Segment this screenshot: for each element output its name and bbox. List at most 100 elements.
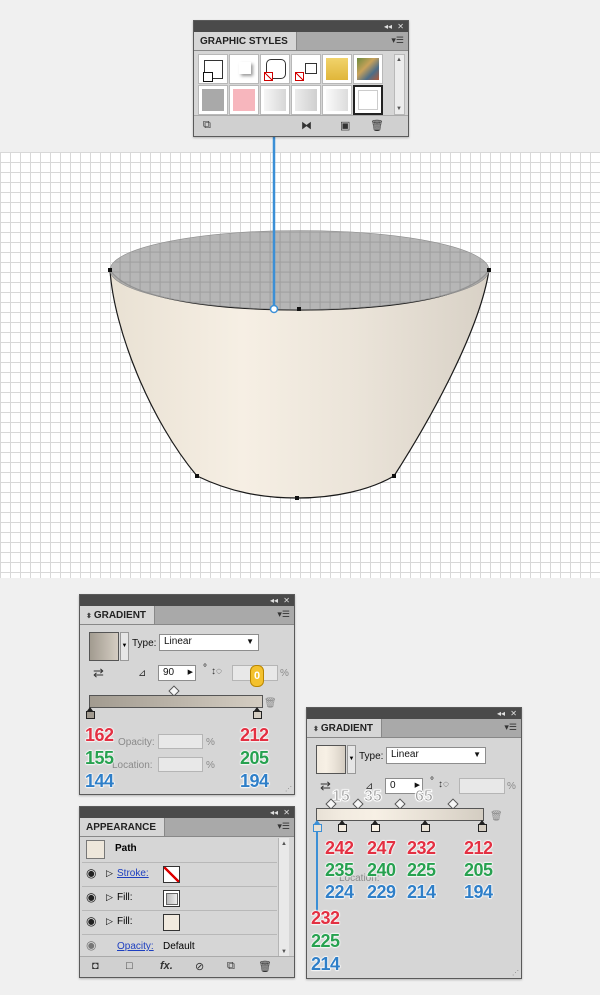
close-icon[interactable]: ✕: [283, 807, 290, 818]
close-icon[interactable]: ✕: [510, 708, 517, 719]
duplicate-icon[interactable]: ⧉: [227, 960, 235, 973]
anchor-point: [295, 496, 299, 500]
resize-grip-icon[interactable]: ⋰: [285, 785, 292, 793]
library-icon[interactable]: ⧉: [203, 119, 211, 132]
appearance-stroke-row[interactable]: ◉ ▷ Stroke:: [82, 862, 277, 886]
break-link-icon[interactable]: ⧓: [301, 119, 312, 132]
panel-tabbar: ⬍ GRADIENT ▾☰: [80, 606, 294, 625]
gradient-stop-4[interactable]: [421, 820, 430, 832]
stop-guide-line: [316, 831, 318, 911]
tab-gradient[interactable]: ⬍ GRADIENT: [80, 606, 156, 624]
close-icon[interactable]: ✕: [397, 21, 404, 32]
no-icon[interactable]: ⊘: [195, 960, 204, 973]
style-swatch-rounded[interactable]: [260, 54, 290, 84]
collapse-icon[interactable]: ◂◂: [270, 595, 278, 606]
eye-icon[interactable]: ◉: [86, 891, 100, 903]
gradient-stop-1[interactable]: [313, 820, 322, 832]
resize-grip-icon[interactable]: ⋰: [512, 969, 519, 977]
reverse-gradient-icon[interactable]: ⇄: [320, 778, 331, 794]
eye-icon[interactable]: ◉: [86, 915, 100, 927]
style-swatch-shadow[interactable]: [229, 54, 259, 84]
trash-icon[interactable]: 🗑: [258, 960, 272, 973]
panel-menu-icon[interactable]: ▾☰: [277, 610, 290, 619]
panel-menu-icon[interactable]: ▾☰: [277, 822, 290, 831]
expand-arrow-icon[interactable]: ▷: [106, 868, 113, 879]
trash-icon[interactable]: 🗑: [370, 119, 384, 132]
gradient-thumbnail[interactable]: [316, 745, 346, 774]
path-row[interactable]: Path: [82, 838, 277, 862]
fill-color-swatch[interactable]: [163, 914, 180, 931]
location-field[interactable]: [158, 757, 203, 772]
reverse-gradient-icon[interactable]: ⇄: [93, 665, 104, 681]
style-swatch-gradient-1[interactable]: [260, 85, 290, 115]
appearance-fill-row[interactable]: ◉ ▷ Fill:: [82, 910, 277, 934]
gradient-thumbnail[interactable]: [89, 632, 119, 661]
delete-stop-icon[interactable]: 🗑: [264, 698, 277, 709]
collapse-icon[interactable]: ◂◂: [497, 708, 505, 719]
scroll-up-icon[interactable]: ▲: [396, 57, 402, 63]
stop-3-green: 240: [367, 860, 397, 880]
style-swatch-none[interactable]: [291, 54, 321, 84]
panel-tabbar: APPEARANCE ▾☰: [80, 818, 294, 837]
gradient-stop-left[interactable]: [86, 707, 95, 719]
stop-5-red: 212: [464, 838, 494, 858]
scrollbar[interactable]: ▲ ▼: [278, 838, 289, 958]
eye-icon[interactable]: ◉: [86, 867, 100, 879]
scroll-down-icon[interactable]: ▼: [396, 106, 402, 112]
angle-stepper-icon[interactable]: ▶: [188, 666, 193, 680]
expand-arrow-icon[interactable]: ▷: [106, 892, 113, 903]
opacity-field[interactable]: [158, 734, 203, 749]
tab-graphic-styles[interactable]: GRAPHIC STYLES: [194, 32, 297, 50]
style-swatch-selected[interactable]: [353, 85, 383, 115]
panel-menu-icon[interactable]: ▾☰: [391, 36, 404, 45]
style-swatch-gradient-3[interactable]: [322, 85, 352, 115]
chevron-down-icon[interactable]: ▼: [120, 632, 129, 661]
delete-stop-icon[interactable]: 🗑: [490, 811, 503, 822]
tab-appearance[interactable]: APPEARANCE: [80, 818, 166, 836]
fill-gradient-swatch[interactable]: [163, 890, 180, 907]
new-art-icon[interactable]: ◘: [92, 960, 99, 972]
close-icon[interactable]: ✕: [283, 595, 290, 606]
gradient-slider[interactable]: [89, 695, 263, 708]
style-swatch-pink[interactable]: [229, 85, 259, 115]
style-swatch-texture[interactable]: [353, 54, 383, 84]
gradient-stop-right[interactable]: [253, 707, 262, 719]
fill-label: Fill:: [117, 916, 133, 927]
scroll-up-icon[interactable]: ▲: [281, 841, 287, 847]
chevron-down-icon[interactable]: ▼: [347, 745, 356, 774]
angle-field[interactable]: 90 ▶: [158, 665, 196, 681]
panel-titlebar[interactable]: ◂◂ ✕: [80, 595, 294, 606]
gradient-stop-2[interactable]: [338, 820, 347, 832]
panel-titlebar[interactable]: ◂◂ ✕: [80, 807, 294, 818]
aspect-field[interactable]: [459, 778, 505, 794]
style-swatch-gray[interactable]: [198, 85, 228, 115]
panel-menu-icon[interactable]: ▾☰: [504, 723, 517, 732]
collapse-icon[interactable]: ◂◂: [270, 807, 278, 818]
anchor-point: [297, 307, 301, 311]
gradient-stop-3[interactable]: [371, 820, 380, 832]
tab-gradient[interactable]: ⬍ GRADIENT: [307, 719, 383, 737]
expand-arrow-icon[interactable]: ▷: [106, 916, 113, 927]
collapse-icon[interactable]: ◂◂: [384, 21, 392, 32]
scrollbar[interactable]: ▲ ▼: [394, 54, 405, 115]
style-swatch-default[interactable]: [198, 54, 228, 84]
clear-icon[interactable]: □: [126, 960, 133, 972]
style-swatch-gradient-2[interactable]: [291, 85, 321, 115]
angle-value: 0: [390, 780, 396, 791]
fx-icon[interactable]: fx.: [160, 960, 173, 972]
percent-symbol: %: [507, 781, 516, 792]
panel-titlebar[interactable]: ◂◂ ✕: [307, 708, 521, 719]
eye-icon[interactable]: ◉: [86, 939, 100, 951]
style-swatch-yellow[interactable]: [322, 54, 352, 84]
type-select[interactable]: Linear ▼: [159, 634, 259, 651]
scroll-down-icon[interactable]: ▼: [281, 949, 287, 955]
appearance-fill-row[interactable]: ◉ ▷ Fill:: [82, 886, 277, 910]
gradient-stop-5[interactable]: [478, 820, 487, 832]
appearance-opacity-row[interactable]: ◉ Opacity: Default: [82, 934, 277, 958]
opacity-label[interactable]: Opacity:: [117, 941, 154, 952]
type-select[interactable]: Linear ▼: [386, 747, 486, 764]
new-style-icon[interactable]: ▣: [340, 119, 350, 132]
stroke-label[interactable]: Stroke:: [117, 868, 149, 879]
stroke-none-swatch[interactable]: [163, 866, 180, 883]
panel-titlebar[interactable]: ◂◂ ✕: [194, 21, 408, 32]
